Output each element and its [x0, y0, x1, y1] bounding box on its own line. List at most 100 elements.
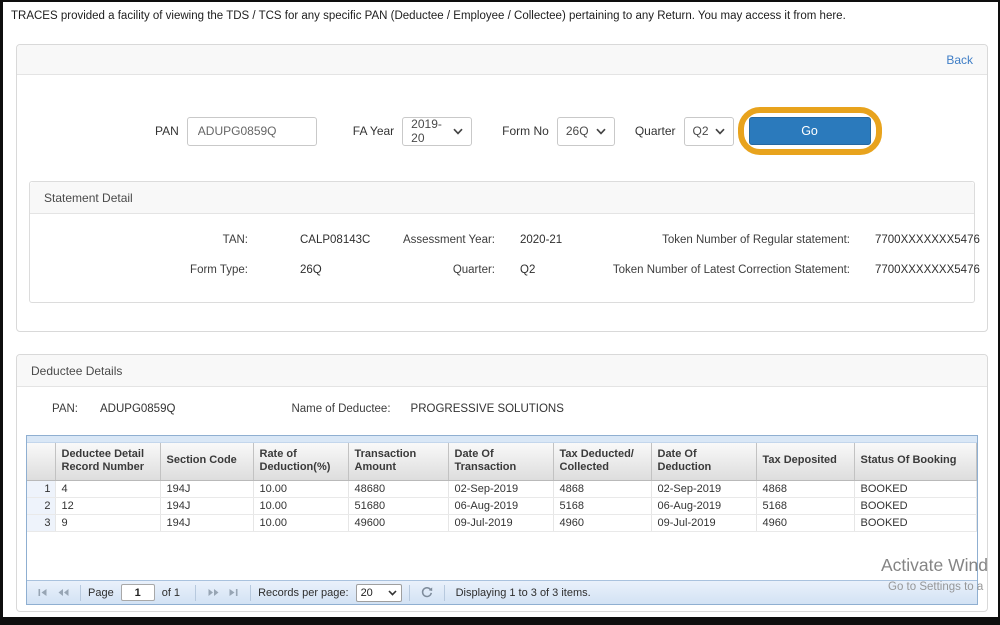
- deductee-table: Deductee Detail Record Number Section Co…: [26, 435, 978, 605]
- token-regular-value: 7700XXXXXXX5476: [875, 234, 980, 246]
- form-type-label: Form Type:: [190, 264, 248, 276]
- chevron-down-icon: [387, 589, 397, 596]
- cell-tax-deposited: 5168: [756, 497, 855, 515]
- grid-empty-space: [27, 532, 977, 581]
- deductee-name-label: Name of Deductee:: [291, 403, 391, 415]
- pager-status-text: Displaying 1 to 3 of 3 items.: [455, 586, 591, 599]
- cell-section-code: 194J: [160, 480, 254, 498]
- deductee-details-header: Deductee Details: [17, 355, 987, 387]
- next-page-icon[interactable]: [203, 584, 223, 602]
- quarter-value: Q2: [692, 124, 709, 138]
- cell-status: BOOKED: [854, 480, 977, 498]
- pager-divider: [443, 584, 445, 601]
- token-regular-label: Token Number of Regular statement:: [662, 234, 850, 246]
- chevron-down-icon: [714, 128, 725, 135]
- go-highlight-ring: Go: [737, 107, 882, 155]
- cell-status: BOOKED: [854, 514, 977, 532]
- quarter-label: Quarter: [634, 124, 676, 138]
- cell-transaction-amount: 48680: [348, 480, 449, 498]
- cell-rate: 10.00: [253, 480, 349, 498]
- query-panel-header: Back: [17, 45, 987, 75]
- deductee-name-value: PROGRESSIVE SOLUTIONS: [410, 403, 564, 415]
- form-no-value: 26Q: [565, 124, 589, 138]
- quarter-select[interactable]: Q2: [683, 116, 734, 146]
- row-number-header: [27, 443, 56, 481]
- form-no-label: Form No: [502, 124, 549, 138]
- col-transaction-amount[interactable]: Transaction Amount: [348, 443, 449, 481]
- col-record-number[interactable]: Deductee Detail Record Number: [55, 443, 161, 481]
- table-row[interactable]: 3 9 194J 10.00 49600 09-Jul-2019 4960 09…: [27, 514, 977, 532]
- page-of-label: of 1: [161, 586, 181, 599]
- cell-record-number: 4: [55, 480, 161, 498]
- assessment-year-value: 2020-21: [520, 234, 563, 246]
- refresh-icon[interactable]: [417, 584, 437, 602]
- page-label: Page: [88, 586, 114, 599]
- quarter-detail-value: Q2: [520, 264, 536, 276]
- cell-section-code: 194J: [160, 497, 254, 515]
- statement-detail-title: Statement Detail: [44, 190, 133, 205]
- cell-tax-deducted: 5168: [553, 497, 652, 515]
- tds-view-screen: TRACES provided a facility of viewing th…: [0, 0, 1000, 625]
- pager-bar: Page of 1 Records per page: 20: [27, 580, 977, 604]
- token-correction-label: Token Number of Latest Correction Statem…: [612, 264, 850, 276]
- cell-transaction-amount: 51680: [348, 497, 449, 515]
- fa-year-value: 2019-20: [411, 117, 442, 145]
- cell-date-deduction: 09-Jul-2019: [651, 514, 757, 532]
- cell-date-deduction: 02-Sep-2019: [651, 480, 757, 498]
- fa-year-select[interactable]: 2019-20: [402, 116, 473, 146]
- col-status-booking[interactable]: Status Of Booking: [854, 443, 977, 481]
- fa-year-label: FA Year: [352, 124, 395, 138]
- chevron-down-icon: [596, 128, 606, 135]
- col-date-deduction[interactable]: Date Of Deduction: [651, 443, 757, 481]
- pager-divider: [250, 584, 252, 601]
- grid-top-strip: [27, 436, 977, 443]
- assessment-year-label: Assessment Year:: [402, 234, 495, 246]
- query-panel: Back PAN FA Year 2019-20 Form No 26Q Qua…: [16, 44, 988, 332]
- cell-tax-deposited: 4960: [756, 514, 855, 532]
- cell-tax-deposited: 4868: [756, 480, 855, 498]
- last-page-icon[interactable]: [223, 584, 243, 602]
- form-type-value: 26Q: [300, 264, 322, 276]
- col-tax-deposited[interactable]: Tax Deposited: [756, 443, 855, 481]
- page-number-input[interactable]: [120, 584, 155, 601]
- col-rate[interactable]: Rate of Deduction(%): [253, 443, 349, 481]
- cell-date-transaction: 06-Aug-2019: [448, 497, 554, 515]
- records-per-page-value: 20: [360, 586, 373, 599]
- quarter-detail-label: Quarter:: [452, 264, 495, 276]
- go-button[interactable]: Go: [748, 117, 871, 145]
- chevron-down-icon: [453, 128, 463, 135]
- prev-page-icon[interactable]: [53, 584, 73, 602]
- form-no-select[interactable]: 26Q: [556, 116, 615, 146]
- pan-input[interactable]: [186, 116, 317, 146]
- cell-rate: 10.00: [253, 497, 349, 515]
- token-correction-value: 7700XXXXXXX5476: [875, 264, 980, 276]
- table-row[interactable]: 2 12 194J 10.00 51680 06-Aug-2019 5168 0…: [27, 497, 977, 515]
- col-tax-deducted[interactable]: Tax Deducted/ Collected: [553, 443, 652, 481]
- pager-divider: [408, 584, 410, 601]
- back-link[interactable]: Back: [946, 53, 973, 67]
- table-row[interactable]: 1 4 194J 10.00 48680 02-Sep-2019 4868 02…: [27, 480, 977, 498]
- col-section-code[interactable]: Section Code: [160, 443, 254, 481]
- statement-detail-header: Statement Detail: [30, 182, 974, 214]
- pan-label: PAN: [155, 124, 179, 138]
- cell-section-code: 194J: [160, 514, 254, 532]
- deductee-pan-label: PAN:: [52, 403, 78, 415]
- cell-record-number: 12: [55, 497, 161, 515]
- records-per-page-select[interactable]: 20: [355, 583, 402, 602]
- statement-detail-panel: Statement Detail TAN: CALP08143C Assessm…: [29, 181, 980, 303]
- cell-tax-deducted: 4960: [553, 514, 652, 532]
- tan-value: CALP08143C: [300, 234, 371, 246]
- cell-transaction-amount: 49600: [348, 514, 449, 532]
- first-page-icon[interactable]: [33, 584, 53, 602]
- row-number: 1: [27, 480, 56, 498]
- records-per-page-label: Records per page:: [258, 586, 349, 599]
- row-number: 2: [27, 497, 56, 515]
- deductee-details-title: Deductee Details: [31, 363, 123, 378]
- table-header-row: Deductee Detail Record Number Section Co…: [27, 443, 977, 481]
- intro-text: TRACES provided a facility of viewing th…: [11, 10, 846, 22]
- pager-divider: [80, 584, 81, 601]
- pager-divider: [195, 584, 197, 601]
- query-form: PAN FA Year 2019-20 Form No 26Q Quarter …: [155, 103, 882, 159]
- col-date-transaction[interactable]: Date Of Transaction: [448, 443, 554, 481]
- deductee-pan-value: ADUPG0859Q: [100, 403, 176, 415]
